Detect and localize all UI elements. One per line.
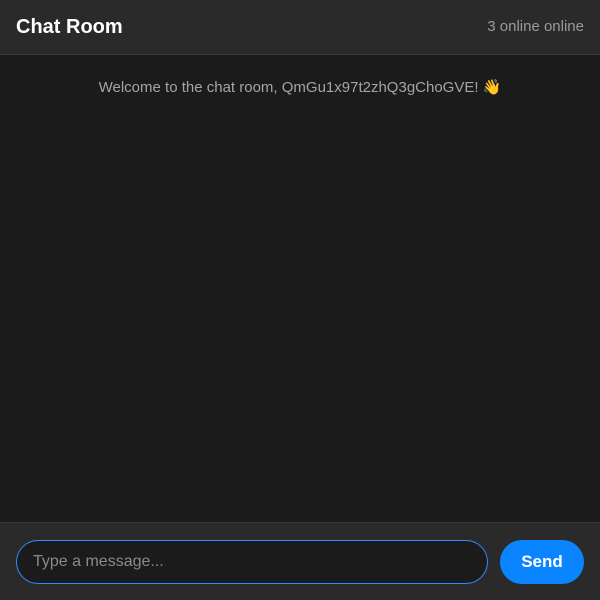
chat-header: Chat Room 3 online online [0, 0, 600, 55]
message-composer: Send [0, 522, 600, 600]
online-count: 3 online online [487, 18, 584, 35]
message-input[interactable] [16, 540, 488, 584]
send-button[interactable]: Send [500, 540, 584, 584]
message-list[interactable]: Welcome to the chat room, QmGu1x97t2zhQ3… [0, 55, 600, 522]
welcome-message: Welcome to the chat room, QmGu1x97t2zhQ3… [98, 79, 502, 96]
chat-app: Chat Room 3 online online Welcome to the… [0, 0, 600, 600]
page-title: Chat Room [16, 16, 123, 38]
